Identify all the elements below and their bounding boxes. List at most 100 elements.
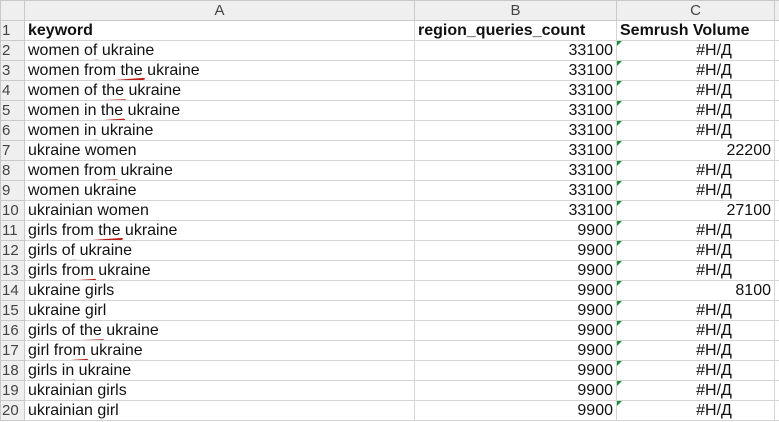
semrush-volume-cell[interactable]: #Н/Д (616, 160, 775, 181)
region-queries-count-cell[interactable]: 33100 (414, 140, 617, 161)
column-header-b[interactable]: B (414, 0, 617, 21)
keyword-cell[interactable]: women of ukraine (24, 40, 415, 61)
semrush-volume-cell[interactable]: 8100 (616, 280, 775, 301)
keyword-cell[interactable]: women of the ukraine (24, 80, 415, 101)
semrush-volume-cell[interactable]: #Н/Д (616, 80, 775, 101)
region-queries-count-cell[interactable]: 9900 (414, 360, 617, 381)
row-header[interactable]: 16 (0, 320, 25, 341)
keyword-cell[interactable]: girls from the ukraine (24, 220, 415, 241)
keyword-cell[interactable]: girls from ukraine (24, 260, 415, 281)
cell-d[interactable] (774, 60, 779, 81)
row-header[interactable]: 15 (0, 300, 25, 321)
region-queries-count-cell[interactable]: 33100 (414, 180, 617, 201)
row-header[interactable]: 1 (0, 20, 25, 41)
row-header[interactable]: 17 (0, 340, 25, 361)
cell-d[interactable] (774, 40, 779, 61)
semrush-volume-cell[interactable]: #Н/Д (616, 220, 775, 241)
semrush-volume-cell[interactable]: #Н/Д (616, 340, 775, 361)
column-header-d[interactable] (774, 0, 779, 21)
row-header[interactable]: 3 (0, 60, 25, 81)
cell-d[interactable] (774, 240, 779, 261)
region-queries-count-cell[interactable]: 9900 (414, 300, 617, 321)
column-header-a[interactable]: A (24, 0, 415, 21)
row-header[interactable]: 20 (0, 400, 25, 421)
cell-d[interactable] (774, 300, 779, 321)
semrush-volume-cell[interactable]: 22200 (616, 140, 775, 161)
region-queries-count-cell[interactable]: 9900 (414, 240, 617, 261)
region-queries-count-cell[interactable]: 33100 (414, 100, 617, 121)
cell-d[interactable] (774, 200, 779, 221)
cell-d[interactable] (774, 320, 779, 341)
header-cell-region-queries-count[interactable]: region_queries_count (414, 20, 617, 41)
keyword-cell[interactable]: girls of ukraine (24, 240, 415, 261)
semrush-volume-cell[interactable]: #Н/Д (616, 380, 775, 401)
keyword-cell[interactable]: ukraine girl (24, 300, 415, 321)
cell-d[interactable] (774, 120, 779, 141)
cell-d[interactable] (774, 380, 779, 401)
cell-d[interactable] (774, 180, 779, 201)
cell-d[interactable] (774, 160, 779, 181)
column-header-c[interactable]: C (616, 0, 775, 21)
row-header[interactable]: 19 (0, 380, 25, 401)
row-header[interactable]: 9 (0, 180, 25, 201)
row-header[interactable]: 18 (0, 360, 25, 381)
row-header[interactable]: 10 (0, 200, 25, 221)
cell-d[interactable] (774, 100, 779, 121)
cell-d[interactable] (774, 360, 779, 381)
region-queries-count-cell[interactable]: 9900 (414, 340, 617, 361)
region-queries-count-cell[interactable]: 9900 (414, 260, 617, 281)
semrush-volume-cell[interactable]: #Н/Д (616, 300, 775, 321)
keyword-cell[interactable]: women from the ukraine (24, 60, 415, 81)
region-queries-count-cell[interactable]: 9900 (414, 320, 617, 341)
select-all-corner[interactable] (0, 0, 25, 21)
spreadsheet-grid[interactable]: A B C 1 keyword region_queries_count Sem… (0, 0, 779, 421)
row-header[interactable]: 6 (0, 120, 25, 141)
keyword-cell[interactable]: women in the ukraine (24, 100, 415, 121)
keyword-cell[interactable]: ukrainian girls (24, 380, 415, 401)
region-queries-count-cell[interactable]: 33100 (414, 200, 617, 221)
region-queries-count-cell[interactable]: 9900 (414, 400, 617, 421)
region-queries-count-cell[interactable]: 9900 (414, 280, 617, 301)
cell-d[interactable] (774, 20, 779, 41)
keyword-cell[interactable]: women from ukraine (24, 160, 415, 181)
semrush-volume-cell[interactable]: #Н/Д (616, 120, 775, 141)
keyword-cell[interactable]: ukraine women (24, 140, 415, 161)
row-header[interactable]: 12 (0, 240, 25, 261)
semrush-volume-cell[interactable]: 27100 (616, 200, 775, 221)
region-queries-count-cell[interactable]: 33100 (414, 160, 617, 181)
row-header[interactable]: 11 (0, 220, 25, 241)
cell-d[interactable] (774, 140, 779, 161)
header-cell-keyword[interactable]: keyword (24, 20, 415, 41)
semrush-volume-cell[interactable]: #Н/Д (616, 320, 775, 341)
semrush-volume-cell[interactable]: #Н/Д (616, 180, 775, 201)
cell-d[interactable] (774, 340, 779, 361)
semrush-volume-cell[interactable]: #Н/Д (616, 100, 775, 121)
semrush-volume-cell[interactable]: #Н/Д (616, 60, 775, 81)
semrush-volume-cell[interactable]: #Н/Д (616, 360, 775, 381)
keyword-cell[interactable]: women in ukraine (24, 120, 415, 141)
row-header[interactable]: 14 (0, 280, 25, 301)
region-queries-count-cell[interactable]: 9900 (414, 380, 617, 401)
keyword-cell[interactable]: ukrainian girl (24, 400, 415, 421)
semrush-volume-cell[interactable]: #Н/Д (616, 240, 775, 261)
region-queries-count-cell[interactable]: 33100 (414, 60, 617, 81)
keyword-cell[interactable]: girl from ukraine (24, 340, 415, 361)
keyword-cell[interactable]: girls in ukraine (24, 360, 415, 381)
region-queries-count-cell[interactable]: 33100 (414, 80, 617, 101)
region-queries-count-cell[interactable]: 9900 (414, 220, 617, 241)
cell-d[interactable] (774, 80, 779, 101)
row-header[interactable]: 5 (0, 100, 25, 121)
semrush-volume-cell[interactable]: #Н/Д (616, 400, 775, 421)
cell-d[interactable] (774, 400, 779, 421)
keyword-cell[interactable]: girls of the ukraine (24, 320, 415, 341)
semrush-volume-cell[interactable]: #Н/Д (616, 260, 775, 281)
cell-d[interactable] (774, 220, 779, 241)
row-header[interactable]: 13 (0, 260, 25, 281)
row-header[interactable]: 8 (0, 160, 25, 181)
keyword-cell[interactable]: ukraine girls (24, 280, 415, 301)
semrush-volume-cell[interactable]: #Н/Д (616, 40, 775, 61)
cell-d[interactable] (774, 260, 779, 281)
region-queries-count-cell[interactable]: 33100 (414, 120, 617, 141)
cell-d[interactable] (774, 280, 779, 301)
row-header[interactable]: 7 (0, 140, 25, 161)
